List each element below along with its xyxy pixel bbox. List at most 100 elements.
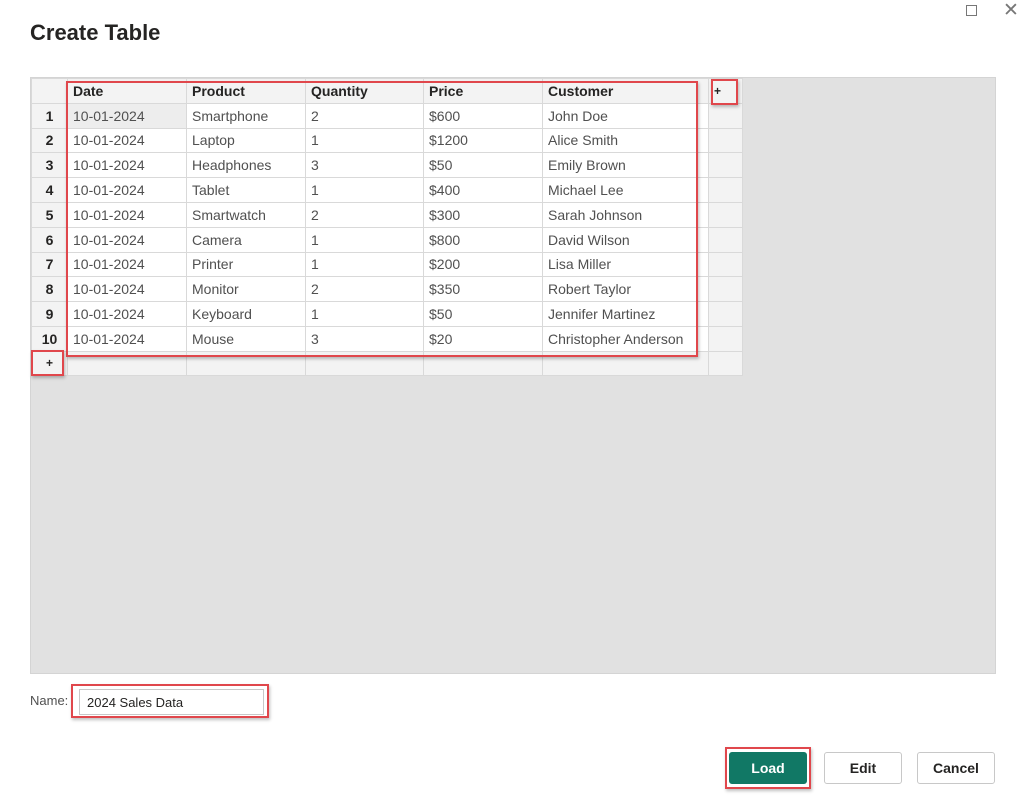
cell-date[interactable]: 10-01-2024 xyxy=(67,251,187,278)
cell-date[interactable]: 10-01-2024 xyxy=(67,201,187,228)
cell-date[interactable]: 10-01-2024 xyxy=(67,127,187,154)
data-grid: Date Product Quantity Price Customer + 1… xyxy=(31,78,743,376)
row-number[interactable]: 10 xyxy=(31,325,68,352)
row-number[interactable]: 2 xyxy=(31,127,68,154)
new-row-cell[interactable] xyxy=(186,350,306,376)
cell-customer[interactable]: Jennifer Martinez xyxy=(542,301,709,327)
extra-cell xyxy=(708,301,743,327)
cell-product[interactable]: Laptop xyxy=(186,127,306,154)
cell-quantity[interactable]: 1 xyxy=(305,251,424,278)
cell-quantity[interactable]: 2 xyxy=(305,201,424,228)
row-number[interactable]: 7 xyxy=(31,251,68,278)
new-row: + xyxy=(31,350,743,376)
header-row: Date Product Quantity Price Customer + xyxy=(31,78,743,104)
close-icon: ✕ xyxy=(1003,0,1019,21)
cell-date[interactable]: 10-01-2024 xyxy=(67,301,187,327)
extra-cell xyxy=(708,102,743,129)
cell-price[interactable]: $50 xyxy=(423,301,543,327)
cell-product[interactable]: Headphones xyxy=(186,152,306,179)
cell-quantity[interactable]: 3 xyxy=(305,152,424,179)
cell-customer[interactable]: Alice Smith xyxy=(542,127,709,154)
grid-body: 1 10-01-2024 Smartphone 2 $600 John Doe 2 10-01… xyxy=(31,102,743,352)
column-header-customer[interactable]: Customer xyxy=(542,78,709,104)
cell-quantity[interactable]: 1 xyxy=(305,177,424,203)
cell-customer[interactable]: Michael Lee xyxy=(542,177,709,203)
cell-customer[interactable]: David Wilson xyxy=(542,226,709,253)
cell-quantity[interactable]: 1 xyxy=(305,226,424,253)
cell-date[interactable]: 10-01-2024 xyxy=(67,325,187,352)
cell-quantity[interactable]: 2 xyxy=(305,276,424,303)
extra-cell xyxy=(708,177,743,203)
cell-product[interactable]: Smartphone xyxy=(186,102,306,129)
row-number[interactable]: 8 xyxy=(31,276,68,303)
cancel-button[interactable]: Cancel xyxy=(917,752,995,784)
cell-customer[interactable]: Sarah Johnson xyxy=(542,201,709,228)
cell-product[interactable]: Tablet xyxy=(186,177,306,203)
new-row-cell[interactable] xyxy=(305,350,424,376)
edit-button[interactable]: Edit xyxy=(824,752,902,784)
cell-price[interactable]: $350 xyxy=(423,276,543,303)
extra-cell xyxy=(708,152,743,179)
table-row: 3 10-01-2024 Headphones 3 $50 Emily Brown xyxy=(31,152,743,179)
extra-cell xyxy=(708,201,743,228)
table-name-input[interactable] xyxy=(79,689,264,715)
row-number[interactable]: 6 xyxy=(31,226,68,253)
close-button[interactable]: ✕ xyxy=(1000,0,1022,21)
cell-product[interactable]: Printer xyxy=(186,251,306,278)
cell-product[interactable]: Keyboard xyxy=(186,301,306,327)
table-row: 8 10-01-2024 Monitor 2 $350 Robert Taylor xyxy=(31,276,743,303)
cell-date[interactable]: 10-01-2024 xyxy=(67,276,187,303)
extra-cell xyxy=(708,226,743,253)
add-column-button[interactable]: + xyxy=(708,78,743,104)
add-row-button[interactable]: + xyxy=(31,350,68,376)
column-header-product[interactable]: Product xyxy=(186,78,306,104)
cell-date[interactable]: 10-01-2024 xyxy=(67,102,187,129)
new-row-cell[interactable] xyxy=(542,350,709,376)
table-editor-area: Date Product Quantity Price Customer + 1… xyxy=(30,77,996,674)
cell-price[interactable]: $400 xyxy=(423,177,543,203)
new-row-cell[interactable] xyxy=(67,350,187,376)
cell-customer[interactable]: Christopher Anderson xyxy=(542,325,709,352)
cell-date[interactable]: 10-01-2024 xyxy=(67,226,187,253)
cell-price[interactable]: $20 xyxy=(423,325,543,352)
extra-cell xyxy=(708,127,743,154)
cell-customer[interactable]: Emily Brown xyxy=(542,152,709,179)
cell-customer[interactable]: Lisa Miller xyxy=(542,251,709,278)
cell-quantity[interactable]: 1 xyxy=(305,301,424,327)
cell-date[interactable]: 10-01-2024 xyxy=(67,177,187,203)
cell-quantity[interactable]: 3 xyxy=(305,325,424,352)
cell-product[interactable]: Mouse xyxy=(186,325,306,352)
cell-product[interactable]: Monitor xyxy=(186,276,306,303)
row-number[interactable]: 4 xyxy=(31,177,68,203)
column-header-date[interactable]: Date xyxy=(67,78,187,104)
cell-quantity[interactable]: 2 xyxy=(305,102,424,129)
cell-date[interactable]: 10-01-2024 xyxy=(67,152,187,179)
column-header-quantity[interactable]: Quantity xyxy=(305,78,424,104)
cell-price[interactable]: $1200 xyxy=(423,127,543,154)
cell-price[interactable]: $600 xyxy=(423,102,543,129)
cell-customer[interactable]: Robert Taylor xyxy=(542,276,709,303)
extra-cell xyxy=(708,276,743,303)
cell-price[interactable]: $300 xyxy=(423,201,543,228)
load-button[interactable]: Load xyxy=(729,752,807,784)
row-number[interactable]: 3 xyxy=(31,152,68,179)
cell-product[interactable]: Smartwatch xyxy=(186,201,306,228)
maximize-button[interactable] xyxy=(960,2,982,20)
cell-product[interactable]: Camera xyxy=(186,226,306,253)
cell-price[interactable]: $200 xyxy=(423,251,543,278)
name-label: Name: xyxy=(30,693,69,708)
row-number[interactable]: 9 xyxy=(31,301,68,327)
extra-cell xyxy=(708,251,743,278)
extra-cell xyxy=(708,325,743,352)
row-number[interactable]: 1 xyxy=(31,102,68,129)
column-header-price[interactable]: Price xyxy=(423,78,543,104)
cell-price[interactable]: $50 xyxy=(423,152,543,179)
cell-price[interactable]: $800 xyxy=(423,226,543,253)
table-row: 7 10-01-2024 Printer 1 $200 Lisa Miller xyxy=(31,251,743,278)
row-number[interactable]: 5 xyxy=(31,201,68,228)
new-row-cell[interactable] xyxy=(423,350,543,376)
table-row: 5 10-01-2024 Smartwatch 2 $300 Sarah Johnson xyxy=(31,201,743,228)
table-row: 6 10-01-2024 Camera 1 $800 David Wilson xyxy=(31,226,743,253)
cell-customer[interactable]: John Doe xyxy=(542,102,709,129)
cell-quantity[interactable]: 1 xyxy=(305,127,424,154)
